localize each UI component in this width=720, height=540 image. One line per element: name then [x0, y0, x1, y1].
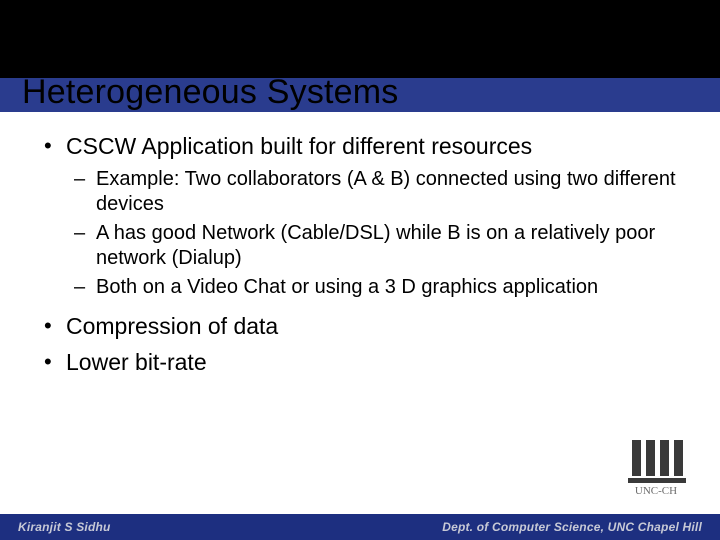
top-black-band — [0, 0, 720, 78]
bullet-text: Lower bit-rate — [66, 349, 207, 375]
sub-bullet-text: A has good Network (Cable/DSL) while B i… — [96, 222, 655, 269]
unc-logo-svg: UNC-CH — [620, 434, 692, 496]
footer-left: Kiranjit S Sidhu — [18, 520, 111, 534]
footer-right: Dept. of Computer Science, UNC Chapel Hi… — [442, 520, 702, 534]
bullet-level1: Compression of data — [40, 312, 680, 341]
sub-bullet-text: Both on a Video Chat or using a 3 D grap… — [96, 276, 598, 298]
bullet-text: CSCW Application built for different res… — [66, 133, 532, 159]
bullet-level1: Lower bit-rate — [40, 348, 680, 377]
slide-title: Heterogeneous Systems — [22, 74, 399, 111]
bullet-level2: A has good Network (Cable/DSL) while B i… — [40, 221, 680, 271]
sub-bullet-list: Example: Two collaborators (A & B) conne… — [40, 167, 680, 300]
unc-logo: UNC-CH — [620, 434, 692, 496]
slide-body: CSCW Application built for different res… — [40, 132, 680, 383]
sub-bullet-text: Example: Two collaborators (A & B) conne… — [96, 168, 676, 215]
bullet-level2: Both on a Video Chat or using a 3 D grap… — [40, 275, 680, 300]
bullet-text: Compression of data — [66, 313, 278, 339]
bullet-level1: CSCW Application built for different res… — [40, 132, 680, 161]
slide: Heterogeneous Systems CSCW Application b… — [0, 0, 720, 540]
footer-bar: Kiranjit S Sidhu Dept. of Computer Scien… — [0, 514, 720, 540]
bullet-level2: Example: Two collaborators (A & B) conne… — [40, 167, 680, 217]
logo-label-text: UNC-CH — [635, 485, 677, 496]
